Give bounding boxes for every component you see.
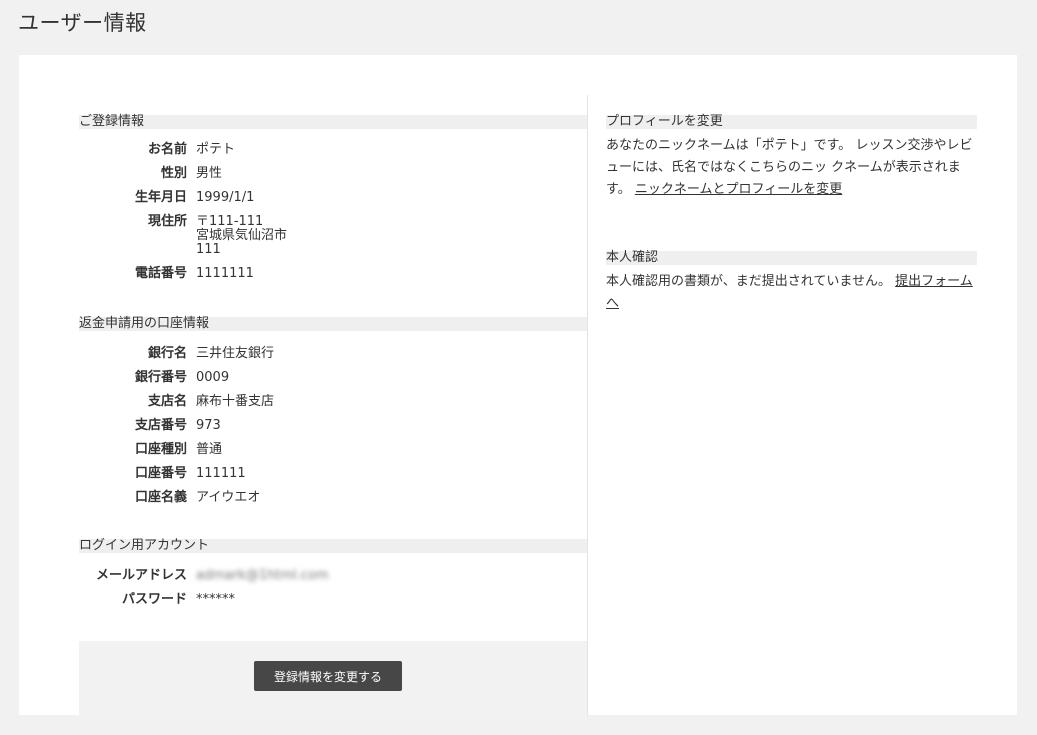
field-label: 生年月日	[134, 190, 187, 205]
field-label: お名前	[147, 142, 187, 157]
field-value: 〒111-111 宮城県気仙沼市 111	[196, 215, 587, 257]
address-street: 111	[196, 242, 221, 257]
email-value: admark@1html.com	[196, 568, 329, 583]
field-label: 現住所	[147, 214, 187, 229]
bank-section: 返金申請用の口座情報 銀行名 三井住友銀行 銀行番号 0009 支店名 麻布十番…	[79, 317, 587, 515]
field-label: 口座種別	[134, 442, 187, 457]
field-value: 1999/1/1	[196, 190, 255, 205]
field-row-bank-name: 銀行名 三井住友銀行	[79, 347, 587, 371]
field-row-email: メールアドレス admark@1html.com	[79, 569, 587, 593]
field-value: 111111	[196, 466, 246, 481]
postal-code: 〒111-111	[196, 214, 264, 229]
verification-description: 本人確認用の書類が、まだ提出されていません。 提出フォームへ	[606, 271, 977, 315]
field-value: 麻布十番支店	[196, 394, 275, 409]
field-label: パスワード	[121, 592, 187, 607]
field-label: 支店番号	[134, 418, 187, 433]
field-row-password: パスワード ******	[79, 593, 587, 617]
field-label: 性別	[160, 166, 187, 181]
field-value: 0009	[196, 370, 230, 385]
field-row-bank-code: 銀行番号 0009	[79, 371, 587, 395]
field-row-name: お名前 ポテト	[79, 143, 587, 167]
field-value: 普通	[196, 442, 223, 457]
field-value: ポテト	[196, 142, 236, 157]
field-value: 三井住友銀行	[196, 346, 275, 361]
field-label: メールアドレス	[95, 568, 187, 583]
edit-profile-link[interactable]: ニックネームとプロフィールを変更	[635, 182, 842, 197]
field-label: 口座名義	[134, 490, 187, 505]
user-info-card: ご登録情報 お名前 ポテト 性別 男性 生年月日 1999/1/1 現住所 〒1…	[19, 55, 1017, 721]
field-row-branch-code: 支店番号 973	[79, 419, 587, 443]
field-label: 銀行名	[147, 346, 187, 361]
page-title: ユーザー情報	[18, 11, 147, 35]
field-label: 口座番号	[134, 466, 187, 481]
field-row-branch-name: 支店名 麻布十番支店	[79, 395, 587, 419]
login-account-heading: ログイン用アカウント	[79, 539, 587, 553]
profile-description: あなたのニックネームは「ポテト」です。 レッスン交渉やレビューには、氏名ではなく…	[606, 135, 977, 201]
field-value: 男性	[196, 166, 223, 181]
field-row-gender: 性別 男性	[79, 167, 587, 191]
button-area: 登録情報を変更する	[79, 641, 587, 721]
verification-section: 本人確認 本人確認用の書類が、まだ提出されていません。 提出フォームへ	[606, 251, 977, 315]
address-city: 宮城県気仙沼市	[196, 228, 288, 243]
profile-heading: プロフィールを変更	[606, 115, 977, 129]
field-row-phone: 電話番号 1111111	[79, 267, 587, 291]
field-row-birthday: 生年月日 1999/1/1	[79, 191, 587, 215]
field-row-account-number: 口座番号 111111	[79, 467, 587, 491]
field-row-address: 現住所 〒111-111 宮城県気仙沼市 111	[79, 215, 587, 267]
left-column: ご登録情報 お名前 ポテト 性別 男性 生年月日 1999/1/1 現住所 〒1…	[79, 95, 587, 735]
registration-heading: ご登録情報	[79, 115, 587, 129]
field-value: 973	[196, 418, 221, 433]
field-value: アイウエオ	[196, 490, 261, 505]
registration-section: ご登録情報 お名前 ポテト 性別 男性 生年月日 1999/1/1 現住所 〒1…	[79, 115, 587, 291]
field-value: 1111111	[196, 266, 254, 281]
field-row-account-holder: 口座名義 アイウエオ	[79, 491, 587, 515]
column-divider	[587, 95, 588, 715]
field-label: 銀行番号	[134, 370, 187, 385]
field-label: 電話番号	[134, 266, 187, 281]
verification-status: 本人確認用の書類が、まだ提出されていません。	[606, 274, 891, 289]
profile-line: あなたのニックネームは「ポテト」です。	[606, 138, 852, 153]
password-value: ******	[196, 592, 235, 607]
edit-registration-button[interactable]: 登録情報を変更する	[254, 661, 402, 691]
field-label: 支店名	[147, 394, 187, 409]
profile-section: プロフィールを変更 あなたのニックネームは「ポテト」です。 レッスン交渉やレビュ…	[606, 115, 977, 201]
field-row-account-type: 口座種別 普通	[79, 443, 587, 467]
bank-heading: 返金申請用の口座情報	[79, 317, 587, 331]
verification-heading: 本人確認	[606, 251, 977, 265]
login-account-section: ログイン用アカウント メールアドレス admark@1html.com パスワー…	[79, 539, 587, 617]
